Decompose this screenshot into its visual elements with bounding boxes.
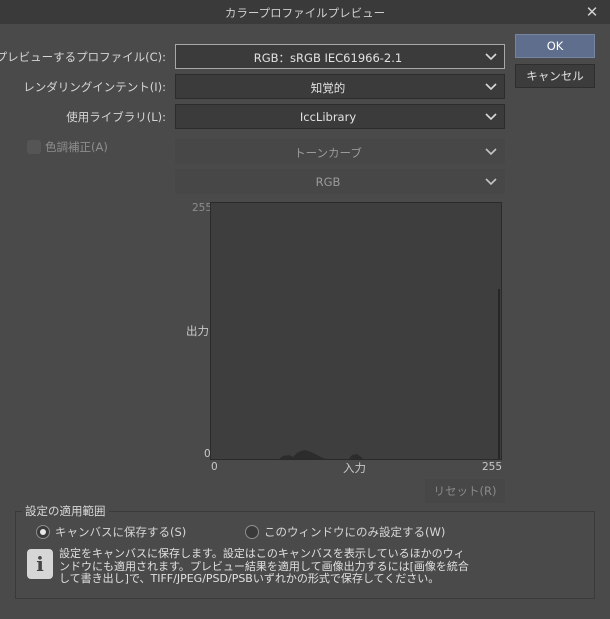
close-icon[interactable]: ✕: [582, 2, 602, 22]
chevron-down-icon: [485, 148, 497, 156]
rendering-intent-label: レンダリングインテント(I):: [23, 80, 166, 94]
window-title: カラープロファイルプレビュー: [224, 6, 386, 20]
radio-selected-dot: [40, 529, 46, 535]
library-select[interactable]: IccLibrary: [175, 104, 505, 129]
x-axis-max-label: 255: [482, 461, 503, 473]
cancel-button[interactable]: キャンセル: [515, 64, 595, 88]
apply-scope-title: 設定の適用範囲: [22, 503, 109, 519]
this-window-only-radio[interactable]: [245, 525, 259, 539]
curve-type-select[interactable]: トーンカーブ: [175, 139, 505, 164]
library-value: IccLibrary: [299, 110, 357, 124]
title-bar: カラープロファイルプレビュー ✕: [0, 0, 610, 24]
color-correction-label: 色調補正(A): [45, 140, 108, 154]
curve-type-value: トーンカーブ: [294, 146, 362, 160]
channel-value: RGB: [315, 175, 341, 189]
y-axis-label: 出力: [186, 324, 209, 338]
x-axis-label: 入力: [343, 461, 366, 475]
reset-button[interactable]: リセット(R): [425, 479, 505, 503]
chevron-down-icon: [485, 53, 497, 61]
x-axis-min-label: 0: [211, 461, 218, 473]
channel-select[interactable]: RGB: [175, 169, 505, 194]
rendering-intent-select[interactable]: 知覚的: [175, 74, 505, 99]
chevron-down-icon: [485, 113, 497, 121]
info-line: 設定をキャンバスに保存します。設定はこのキャンバスを表示しているほかのウィ: [59, 547, 465, 560]
ok-button[interactable]: OK: [515, 34, 595, 58]
rendering-intent-value: 知覚的: [310, 81, 346, 95]
histogram: [211, 203, 501, 459]
preview-profile-select[interactable]: RGB：sRGB IEC61966-2.1: [175, 44, 505, 69]
info-text: 設定をキャンバスに保存します。設定はこのキャンバスを表示しているほかのウィ ンド…: [59, 547, 469, 586]
info-line: して書き出し]で、TIFF/JPEG/PSD/PSBいずれかの形式で保存してくだ…: [59, 572, 440, 585]
library-label: 使用ライブラリ(L):: [66, 110, 166, 124]
preview-profile-value: RGB：sRGB IEC61966-2.1: [253, 51, 403, 65]
this-window-only-label[interactable]: このウィンドウにのみ設定する(W): [264, 524, 445, 540]
preview-profile-label: プレビューするプロファイル(C):: [0, 50, 166, 64]
save-to-canvas-label[interactable]: キャンバスに保存する(S): [55, 524, 186, 540]
info-icon: i: [27, 549, 53, 579]
save-to-canvas-radio[interactable]: [36, 525, 50, 539]
tone-curve-graph[interactable]: [210, 202, 502, 460]
chevron-down-icon: [485, 178, 497, 186]
chevron-down-icon: [485, 83, 497, 91]
color-correction-checkbox[interactable]: [27, 140, 41, 154]
